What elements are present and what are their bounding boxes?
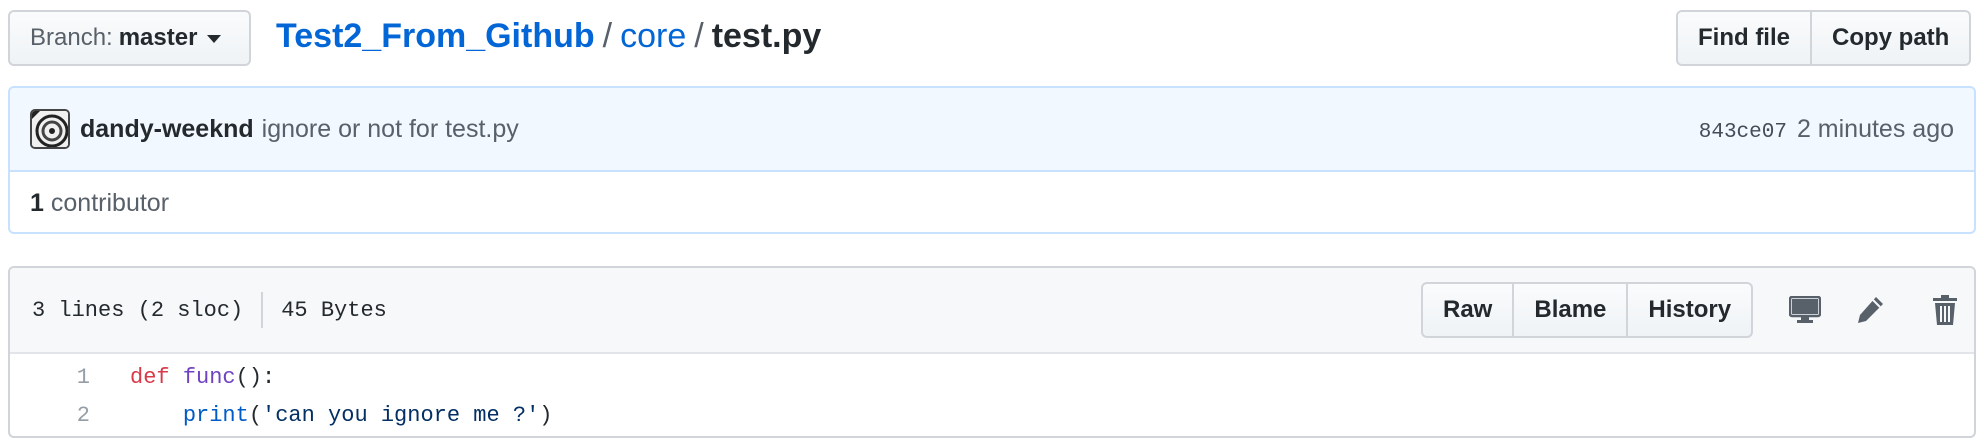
- code-token: ): [539, 402, 553, 428]
- avatar[interactable]: [30, 109, 70, 149]
- code-token: print: [182, 402, 249, 428]
- breadcrumb-file: test.py: [711, 17, 822, 55]
- code-token: (: [248, 402, 263, 428]
- pencil-icon[interactable]: [1848, 288, 1892, 332]
- breadcrumb-repo-link[interactable]: Test2_From_Github: [276, 17, 595, 55]
- code-token: func: [182, 364, 236, 390]
- branch-prefix: Branch:: [30, 24, 113, 51]
- file-size: 45 Bytes: [281, 297, 387, 323]
- line-number[interactable]: 2: [10, 403, 90, 428]
- caret-down-icon: [207, 35, 222, 43]
- breadcrumb-separator: /: [694, 17, 704, 55]
- contributor-count: 1: [30, 188, 44, 217]
- commit-time: 2 minutes ago: [1796, 114, 1954, 143]
- breadcrumb-dir-link[interactable]: core: [620, 17, 686, 55]
- file-navigation-actions: Find file Copy path: [1676, 10, 1972, 66]
- commit-meta: 843ce07 2 minutes ago: [1699, 115, 1954, 144]
- breadcrumb: Test2_From_Github / core / test.py: [276, 14, 821, 58]
- branch-name: master: [118, 24, 198, 51]
- code-token: 'can you ignore me ?': [262, 402, 540, 428]
- code-view: 1 def func(): 2 print('can you ignore me ?…: [10, 354, 1974, 434]
- code-line: 1 def func():: [10, 358, 1974, 396]
- desktop-icon[interactable]: [1783, 288, 1827, 332]
- copy-path-button[interactable]: Copy path: [1810, 10, 1972, 66]
- history-button[interactable]: History: [1626, 282, 1754, 338]
- commit-sha-link[interactable]: 843ce07: [1699, 121, 1787, 144]
- find-file-button[interactable]: Find file: [1676, 10, 1812, 66]
- file-lines-info: 3 lines (2 sloc): [32, 297, 244, 323]
- file-view-actions: Raw Blame History: [1421, 282, 1754, 338]
- blame-button[interactable]: Blame: [1512, 282, 1629, 338]
- commit-author-link[interactable]: dandy-weeknd: [80, 115, 254, 144]
- breadcrumb-separator: /: [602, 17, 613, 55]
- commit-tease: dandy-weeknd ignore or not for test.py 8…: [10, 88, 1974, 172]
- file-info: 3 lines (2 sloc) 45 Bytes: [32, 268, 387, 352]
- commit-box: dandy-weeknd ignore or not for test.py 8…: [8, 86, 1976, 234]
- contributor-label: contributor: [50, 188, 170, 217]
- trash-icon[interactable]: [1923, 288, 1967, 332]
- branch-select-button[interactable]: Branch: master: [8, 10, 251, 66]
- line-number[interactable]: 1: [10, 365, 90, 390]
- code-token: def: [130, 364, 170, 390]
- file-box: 3 lines (2 sloc) 45 Bytes Raw Blame Hist…: [8, 266, 1976, 438]
- line-code: print('can you ignore me ?'): [90, 402, 553, 428]
- code-token: ():: [235, 364, 276, 390]
- contributors-summary[interactable]: 1 contributor: [10, 172, 1974, 232]
- line-code: def func():: [90, 365, 275, 390]
- raw-button[interactable]: Raw: [1421, 282, 1515, 338]
- code-line: 2 print('can you ignore me ?'): [10, 396, 1974, 434]
- commit-message-link[interactable]: ignore or not for test.py: [262, 115, 519, 144]
- file-info-divider: [261, 292, 264, 328]
- file-header: 3 lines (2 sloc) 45 Bytes Raw Blame Hist…: [10, 268, 1974, 354]
